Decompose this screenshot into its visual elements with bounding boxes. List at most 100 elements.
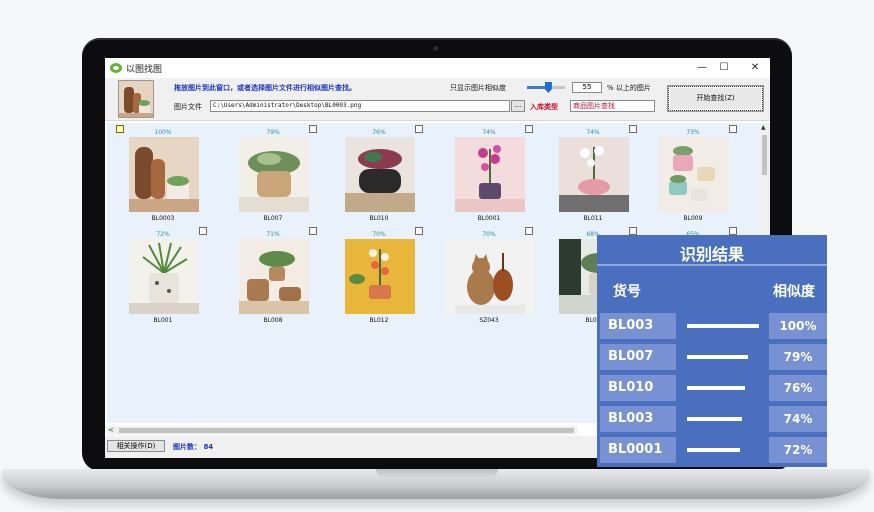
result-similarity: 70%: [482, 231, 496, 238]
panel-row-similarity: 79%: [769, 344, 827, 370]
library-type-label: 入库类型: [530, 103, 558, 111]
result-thumbnail[interactable]: [239, 239, 309, 314]
result-item[interactable]: 74% BL0001: [439, 125, 539, 225]
app-logo-icon: [110, 63, 122, 73]
panel-row: BL0001 72%: [597, 437, 827, 463]
product-image: [345, 137, 415, 212]
product-image: [129, 239, 199, 314]
result-similarity: 72%: [156, 231, 170, 238]
result-similarity: 100%: [154, 129, 172, 136]
query-image-preview: [118, 80, 154, 118]
result-code: SZ043: [479, 317, 499, 324]
result-thumbnail[interactable]: [455, 137, 525, 212]
panel-col-similarity: 相似度: [773, 284, 815, 300]
result-thumbnail[interactable]: [129, 239, 199, 314]
panel-row-code: BL003: [600, 406, 676, 432]
result-code: BL010: [369, 215, 389, 222]
result-thumbnail[interactable]: [345, 239, 415, 314]
result-similarity: 76%: [372, 129, 386, 136]
title-bar: 以图找图 — ☐ ✕: [105, 58, 770, 78]
similarity-slider[interactable]: [527, 82, 565, 93]
related-actions-button[interactable]: 相关操作(D): [107, 440, 165, 452]
product-image: [559, 137, 629, 212]
file-path-input[interactable]: C:\Users\Administrator\Desktop\BL0003.pn…: [210, 100, 510, 112]
panel-row-code: BL007: [600, 344, 676, 370]
start-search-button[interactable]: 开始查找(Z): [668, 86, 763, 111]
result-code: BL011: [583, 215, 603, 222]
result-item[interactable]: 70% BL012: [329, 227, 429, 327]
horizontal-scrollbar[interactable]: <: [107, 426, 577, 435]
result-item[interactable]: 73% BL009: [643, 125, 743, 225]
drop-hint-text: 拖放图片到此窗口，或者选择图片文件进行相似图片查找。: [174, 84, 356, 92]
panel-row-bar: [687, 386, 745, 390]
result-code: BL001: [153, 317, 173, 324]
window-title: 以图找图: [126, 65, 163, 75]
result-thumbnail[interactable]: [659, 137, 729, 212]
image-count-label: 图片数：: [173, 443, 201, 451]
vertical-scroll-thumb[interactable]: [762, 135, 767, 175]
result-thumbnail[interactable]: [239, 137, 309, 212]
panel-divider: [597, 264, 827, 266]
panel-row-similarity: 100%: [769, 313, 827, 339]
panel-row: BL003 74%: [597, 406, 827, 432]
panel-row-similarity: 76%: [769, 375, 827, 401]
close-button[interactable]: ✕: [747, 61, 763, 75]
scroll-up-icon[interactable]: ▲: [761, 124, 766, 131]
panel-row: BL007 79%: [597, 344, 827, 370]
result-thumbnail[interactable]: [445, 239, 535, 314]
product-image: [445, 239, 535, 314]
minimize-button[interactable]: —: [694, 61, 710, 75]
panel-row-bar: [687, 324, 759, 328]
image-count: 图片数： 84: [173, 442, 213, 452]
panel-row-similarity: 74%: [769, 406, 827, 432]
result-code: BL0003: [151, 215, 175, 222]
product-image: [659, 137, 729, 212]
browse-button[interactable]: ...: [511, 100, 525, 112]
panel-row-code: BL003: [600, 313, 676, 339]
result-thumbnail[interactable]: [559, 137, 629, 212]
product-image: [129, 137, 199, 212]
result-similarity: 71%: [266, 231, 280, 238]
panel-col-code: 货号: [613, 284, 641, 300]
panel-row: BL003 100%: [597, 313, 827, 339]
panel-row-bar: [687, 355, 748, 359]
similarity-label: 只显示图片相似度: [450, 84, 506, 92]
query-image: [119, 81, 153, 117]
result-thumbnail[interactable]: [129, 137, 199, 212]
result-similarity: 74%: [482, 129, 496, 136]
result-similarity: 73%: [686, 129, 700, 136]
horizontal-scroll-thumb[interactable]: [119, 428, 574, 433]
result-item[interactable]: 71% BL008: [223, 227, 323, 327]
result-item[interactable]: 100% BL0003: [113, 125, 213, 225]
maximize-button[interactable]: ☐: [716, 61, 732, 75]
result-similarity: 79%: [266, 129, 280, 136]
result-thumbnail[interactable]: [345, 137, 415, 212]
result-code: BL0001: [477, 215, 501, 222]
result-item[interactable]: 79% BL007: [223, 125, 323, 225]
similarity-input[interactable]: 55: [572, 82, 602, 93]
panel-row-similarity: 72%: [769, 437, 827, 463]
result-item[interactable]: 76% BL010: [329, 125, 429, 225]
product-image: [455, 137, 525, 212]
product-image: [239, 137, 309, 212]
result-similarity: 70%: [372, 231, 386, 238]
result-item[interactable]: 72% BL001: [113, 227, 213, 327]
result-code: BL012: [369, 317, 389, 324]
library-type-select[interactable]: 商品图片查找: [570, 100, 655, 112]
toolbar: 拖放图片到此窗口，或者选择图片文件进行相似图片查找。 只显示图片相似度 55 %…: [105, 78, 770, 121]
similarity-slider-fill: [527, 86, 548, 89]
laptop-notch: [376, 469, 498, 478]
camera-dot: [433, 46, 438, 51]
result-item[interactable]: 70% SZ043: [439, 227, 539, 327]
result-code: BL008: [263, 317, 283, 324]
similarity-suffix: % 以上的图片: [607, 84, 651, 92]
similarity-slider-handle[interactable]: [544, 82, 552, 93]
result-item[interactable]: 74% BL011: [543, 125, 643, 225]
panel-row-bar: [687, 417, 742, 421]
result-code: BL007: [263, 215, 283, 222]
scroll-left-icon[interactable]: <: [108, 426, 114, 435]
product-image: [239, 239, 309, 314]
result-similarity: 74%: [586, 129, 600, 136]
result-code: BL009: [683, 215, 703, 222]
panel-title: 识别结果: [679, 245, 744, 264]
